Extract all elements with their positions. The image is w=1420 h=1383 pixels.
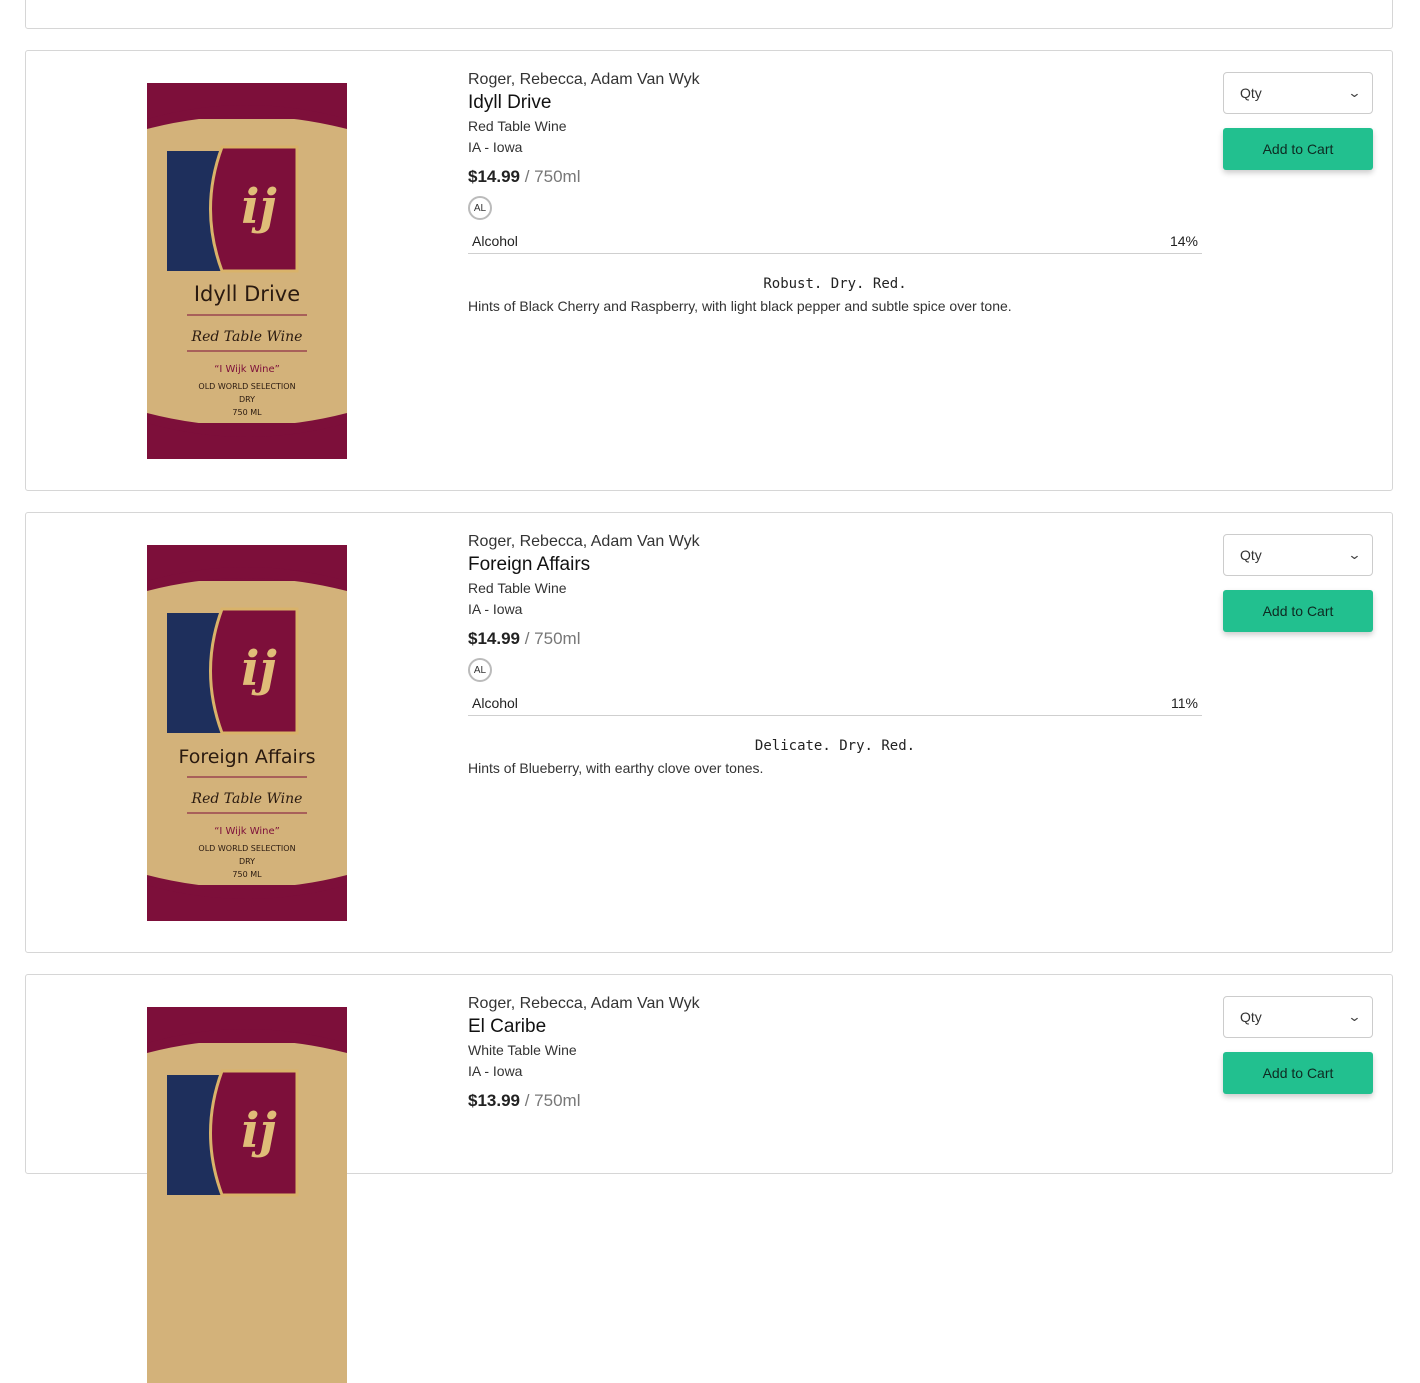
label-monogram: ij: [241, 641, 277, 697]
attribute-row: Alcohol 11%: [468, 691, 1202, 716]
attribute-value: 14%: [1169, 233, 1198, 249]
label-line1: OLD WORLD SELECTION: [198, 382, 295, 391]
wine-region: IA - Iowa: [468, 601, 523, 617]
product-name[interactable]: Foreign Affairs: [468, 553, 1202, 577]
product-info: Roger, Rebecca, Adam Van Wyk Idyll Drive…: [468, 70, 1202, 314]
wine-region: IA - Iowa: [468, 1063, 523, 1079]
label-line1: OLD WORLD SELECTION: [198, 844, 295, 853]
chevron-down-icon: ⌄: [1347, 547, 1362, 562]
quantity-select[interactable]: Qty ⌄: [1223, 72, 1373, 114]
label-quote: “I Wijk Wine”: [214, 826, 280, 837]
attribute-row: Alcohol 14%: [468, 229, 1202, 254]
label-quote: “I Wijk Wine”: [214, 364, 280, 375]
add-to-cart-button[interactable]: Add to Cart: [1223, 590, 1373, 632]
producer-name: Roger, Rebecca, Adam Van Wyk: [468, 995, 700, 1012]
price-row: $14.99 / 750ml: [468, 166, 1202, 188]
description: Hints of Black Cherry and Raspberry, wit…: [468, 298, 1012, 314]
quantity-select[interactable]: Qty ⌄: [1223, 534, 1373, 576]
quantity-select[interactable]: Qty ⌄: [1223, 996, 1373, 1038]
attribute-label: Alcohol: [472, 233, 518, 249]
attribute-label: Alcohol: [472, 695, 518, 711]
price-row: $13.99 / 750ml: [468, 1090, 1202, 1112]
wine-region: IA - Iowa: [468, 139, 523, 155]
product-card: ij Roger, Rebecca, Adam Van Wyk El Carib…: [25, 974, 1393, 1383]
product-name[interactable]: Idyll Drive: [468, 91, 1202, 115]
wine-type: Red Table Wine: [468, 580, 567, 596]
alcohol-badge-icon: AL: [468, 658, 492, 682]
tagline: Delicate. Dry. Red.: [754, 738, 916, 754]
unit-size: / 750ml: [524, 1091, 581, 1110]
label-line3: 750 ML: [232, 408, 262, 417]
quantity-placeholder: Qty: [1240, 85, 1262, 101]
label-line2: DRY: [239, 857, 255, 866]
wine-label-image[interactable]: ij Foreign Affairs Red Table Wine “I Wij…: [147, 545, 347, 921]
tagline: Robust. Dry. Red.: [763, 276, 907, 292]
label-title: Foreign Affairs: [178, 746, 315, 768]
price-row: $14.99 / 750ml: [468, 628, 1202, 650]
price: $14.99: [468, 629, 520, 648]
product-info: Roger, Rebecca, Adam Van Wyk Foreign Aff…: [468, 532, 1202, 776]
attribute-value: 11%: [1171, 695, 1198, 711]
label-title: Idyll Drive: [194, 282, 300, 306]
label-line3: 750 ML: [232, 870, 262, 879]
previous-product-card: [25, 0, 1393, 29]
product-info: Roger, Rebecca, Adam Van Wyk El Caribe W…: [468, 994, 1202, 1112]
unit-size: / 750ml: [524, 167, 581, 186]
producer-name: Roger, Rebecca, Adam Van Wyk: [468, 533, 700, 550]
label-monogram: ij: [241, 1103, 277, 1159]
label-subtitle: Red Table Wine: [191, 329, 303, 345]
unit-size: / 750ml: [524, 629, 581, 648]
quantity-placeholder: Qty: [1240, 547, 1262, 563]
product-card: ij Idyll Drive Red Table Wine “I Wijk Wi…: [25, 50, 1393, 491]
add-to-cart-button[interactable]: Add to Cart: [1223, 1052, 1373, 1094]
quantity-placeholder: Qty: [1240, 1009, 1262, 1025]
wine-type: Red Table Wine: [468, 118, 567, 134]
producer-name: Roger, Rebecca, Adam Van Wyk: [468, 71, 700, 88]
wine-label-image[interactable]: ij Idyll Drive Red Table Wine “I Wijk Wi…: [147, 83, 347, 459]
chevron-down-icon: ⌄: [1347, 85, 1362, 100]
label-line2: DRY: [239, 395, 255, 404]
alcohol-badge-icon: AL: [468, 196, 492, 220]
add-to-cart-button[interactable]: Add to Cart: [1223, 128, 1373, 170]
wine-type: White Table Wine: [468, 1042, 577, 1058]
price: $13.99: [468, 1091, 520, 1110]
label-monogram: ij: [241, 179, 277, 235]
label-subtitle: Red Table Wine: [191, 791, 303, 807]
description: Hints of Blueberry, with earthy clove ov…: [468, 760, 764, 776]
chevron-down-icon: ⌄: [1347, 1009, 1362, 1024]
price: $14.99: [468, 167, 520, 186]
product-name[interactable]: El Caribe: [468, 1015, 1202, 1039]
wine-label-image[interactable]: ij: [147, 1007, 347, 1383]
product-card: ij Foreign Affairs Red Table Wine “I Wij…: [25, 512, 1393, 953]
